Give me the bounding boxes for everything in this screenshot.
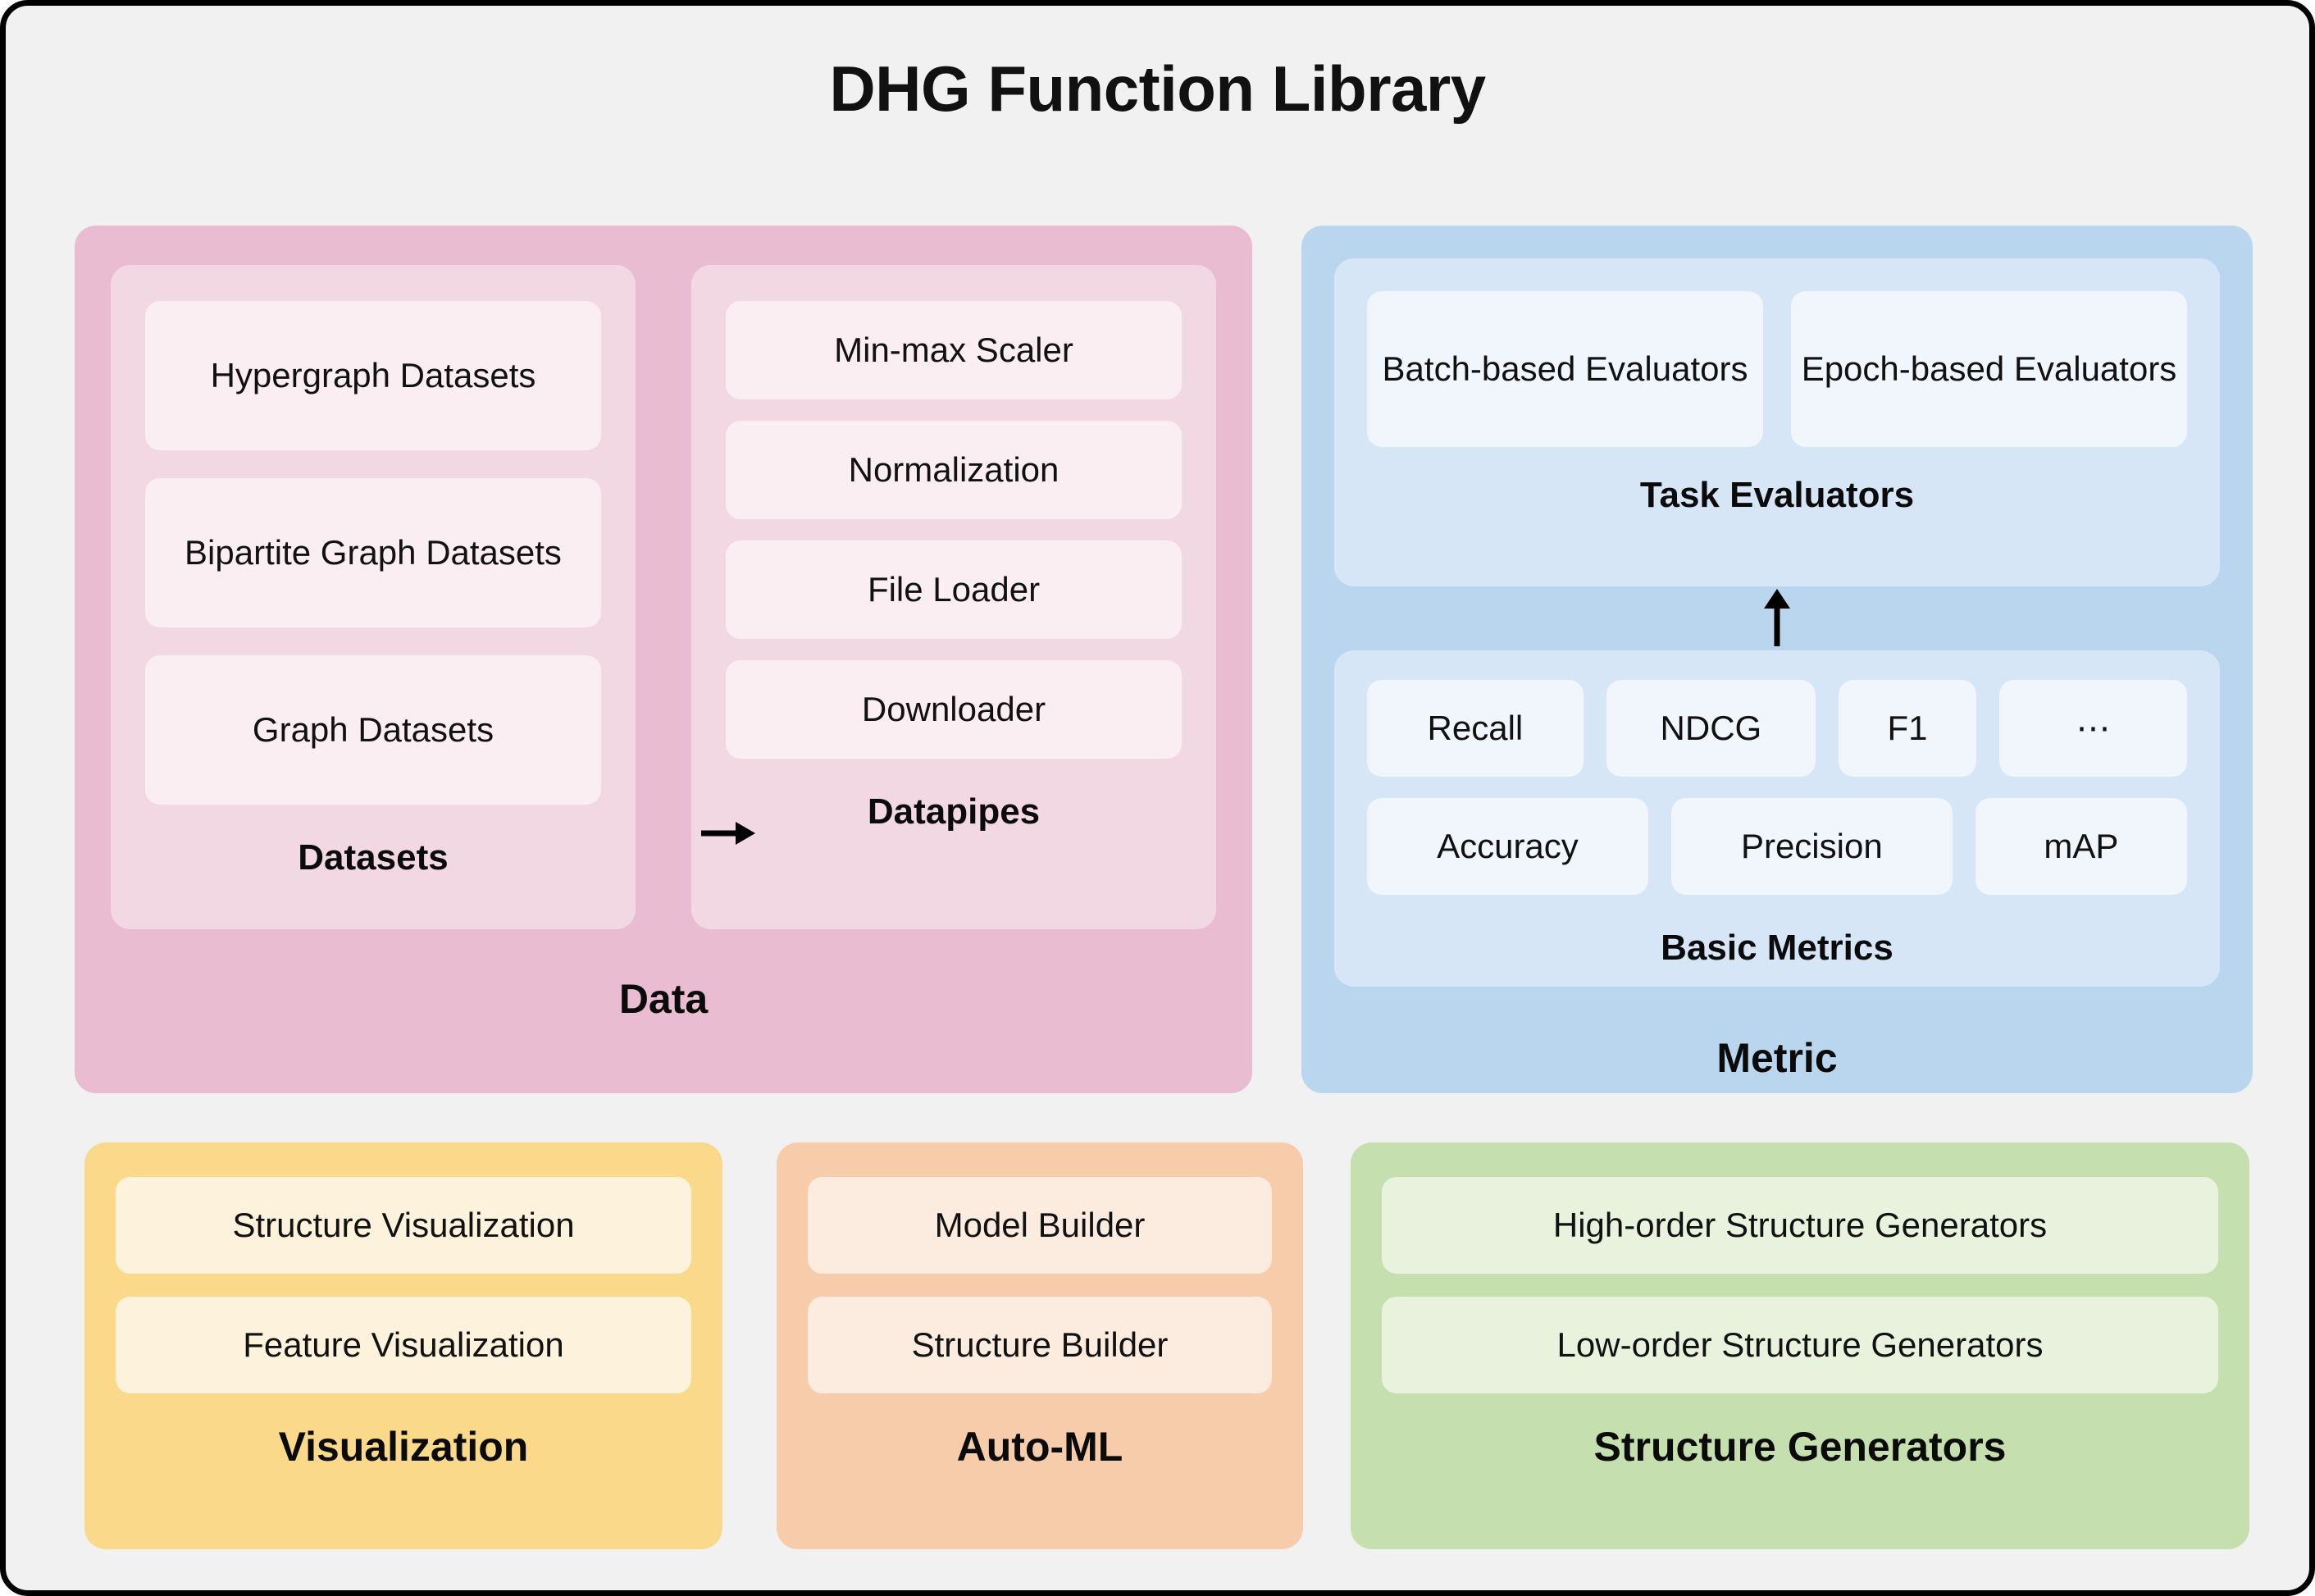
basic-metrics-row-2: Accuracy Precision mAP	[1367, 798, 2187, 895]
visualization-item-structure: Structure Visualization	[116, 1177, 691, 1274]
visualization-panel: Structure Visualization Feature Visualiz…	[84, 1142, 722, 1549]
automl-item-structure-builder: Structure Builder	[808, 1297, 1272, 1393]
datasets-item-list: Hypergraph Datasets Bipartite Graph Data…	[145, 301, 601, 805]
datapipes-subpanel: Min-max Scaler Normalization File Loader…	[691, 265, 1216, 929]
datapipes-item-min-max-scaler: Min-max Scaler	[726, 301, 1182, 399]
datapipes-item-normalization: Normalization	[726, 421, 1182, 519]
visualization-title: Visualization	[278, 1424, 529, 1470]
data-columns: Hypergraph Datasets Bipartite Graph Data…	[111, 265, 1216, 929]
data-title: Data	[618, 976, 709, 1022]
structure-generators-panel: High-order Structure Generators Low-orde…	[1351, 1142, 2249, 1549]
basic-metrics-subpanel: Recall NDCG F1 ⋯ Accuracy Precision mAP …	[1334, 650, 2220, 987]
task-evaluators-subpanel: Batch-based Evaluators Epoch-based Evalu…	[1334, 258, 2220, 586]
structure-generators-item-list: High-order Structure Generators Low-orde…	[1382, 1177, 2218, 1393]
task-evaluators-item-list: Batch-based Evaluators Epoch-based Evalu…	[1367, 291, 2187, 447]
basic-metrics-item-recall: Recall	[1367, 680, 1584, 777]
structure-generators-item-high-order: High-order Structure Generators	[1382, 1177, 2218, 1274]
structure-generators-title: Structure Generators	[1593, 1424, 2007, 1470]
task-evaluators-title: Task Evaluators	[1639, 475, 1915, 515]
datapipes-item-file-loader: File Loader	[726, 540, 1182, 639]
datasets-title: Datasets	[298, 837, 449, 878]
arrow-right-icon	[698, 809, 755, 857]
basic-metrics-item-precision: Precision	[1670, 798, 1953, 895]
automl-item-list: Model Builder Structure Builder	[808, 1177, 1272, 1393]
metric-title: Metric	[1716, 1035, 1838, 1081]
basic-metrics-row-1: Recall NDCG F1 ⋯	[1367, 680, 2187, 777]
datasets-item-hypergraph: Hypergraph Datasets	[145, 301, 601, 450]
basic-metrics-item-ndcg: NDCG	[1606, 680, 1816, 777]
datapipes-item-list: Min-max Scaler Normalization File Loader…	[726, 301, 1182, 759]
page-title: DHG Function Library	[829, 52, 1486, 125]
datapipes-title: Datapipes	[867, 791, 1041, 832]
basic-metrics-item-accuracy: Accuracy	[1367, 798, 1648, 895]
datasets-item-graph: Graph Datasets	[145, 655, 601, 805]
data-panel: Hypergraph Datasets Bipartite Graph Data…	[75, 226, 1252, 1093]
structure-generators-item-low-order: Low-order Structure Generators	[1382, 1297, 2218, 1393]
automl-panel: Model Builder Structure Builder Auto-ML	[777, 1142, 1303, 1549]
task-evaluators-item-epoch-based: Epoch-based Evaluators	[1791, 291, 2187, 447]
automl-item-model-builder: Model Builder	[808, 1177, 1272, 1274]
arrow-up-icon	[1334, 586, 2220, 650]
diagram-canvas: DHG Function Library Hypergraph Datasets…	[0, 0, 2315, 1596]
datapipes-item-downloader: Downloader	[726, 660, 1182, 759]
basic-metrics-item-f1: F1	[1838, 680, 1976, 777]
visualization-item-feature: Feature Visualization	[116, 1297, 691, 1393]
metric-panel: Batch-based Evaluators Epoch-based Evalu…	[1301, 226, 2253, 1093]
basic-metrics-item-map: mAP	[1975, 798, 2187, 895]
automl-title: Auto-ML	[956, 1424, 1123, 1470]
basic-metrics-title: Basic Metrics	[1661, 928, 1893, 968]
basic-metrics-item-ellipsis: ⋯	[1999, 680, 2187, 777]
datasets-item-bipartite-graph: Bipartite Graph Datasets	[145, 478, 601, 627]
datasets-subpanel: Hypergraph Datasets Bipartite Graph Data…	[111, 265, 636, 929]
task-evaluators-item-batch-based: Batch-based Evaluators	[1367, 291, 1763, 447]
visualization-item-list: Structure Visualization Feature Visualiz…	[116, 1177, 691, 1393]
